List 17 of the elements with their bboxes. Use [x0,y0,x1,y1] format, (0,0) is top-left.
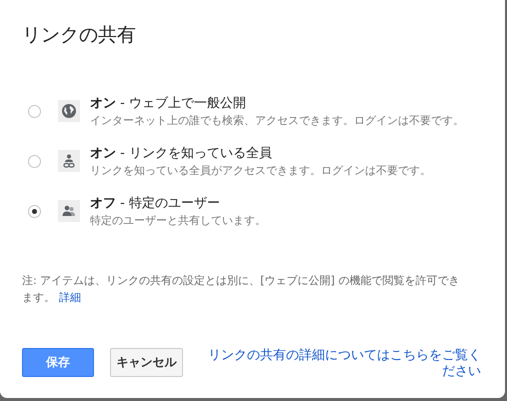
option-title: オン - リンクを知っている全員 [90,145,273,162]
option-description: 特定のユーザーと共有しています。 [90,213,266,228]
option-title: オフ - 特定のユーザー [90,195,221,212]
radio-button[interactable] [28,104,41,118]
help-link[interactable]: リンクの共有の詳細についてはこちらをご覧ください [206,348,481,380]
details-link[interactable]: 詳細 [59,291,81,304]
cancel-button[interactable]: キャンセル [110,348,183,377]
globe-icon [61,103,77,119]
radio-button[interactable] [28,204,41,218]
people-icon [61,203,77,219]
option-description: リンクを知っている全員がアクセスできます。ログインは不要です。 [90,163,431,178]
person-link-icon [61,153,77,169]
note-text: 注: アイテムは、リンクの共有の設定とは別に、[ウェブに公開] の機能で閲覧を許可できます。 詳細 [22,273,460,306]
option-description: インターネット上の誰でも検索、アクセスできます。ログインは不要です。 [90,113,464,128]
dialog-title: リンクの共有 [22,23,137,48]
radio-button[interactable] [28,154,41,168]
option-title: オン - ウェブ上で一般公開 [90,95,247,112]
